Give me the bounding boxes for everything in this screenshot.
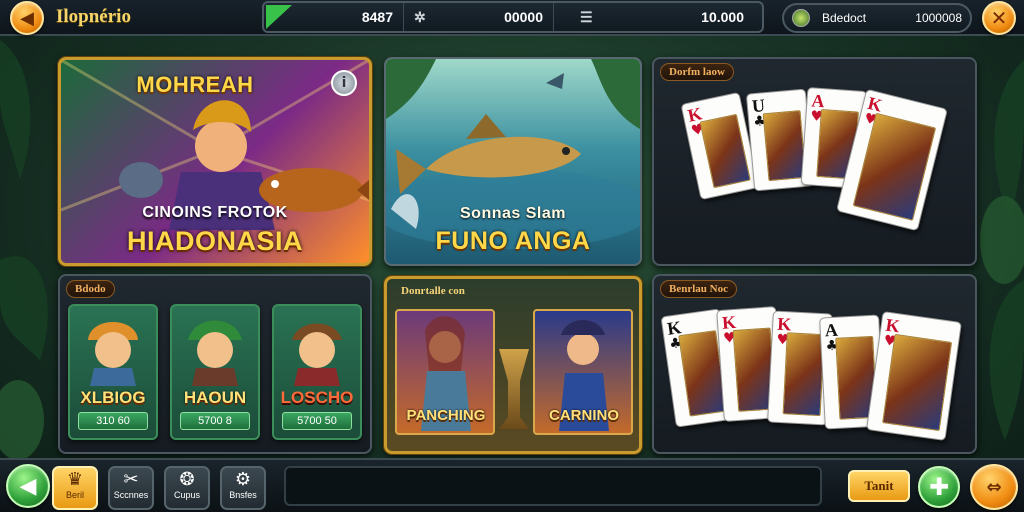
currency-bar: 8487 ✲ 00000 ☰ 10.000 bbox=[262, 1, 764, 33]
info-icon[interactable]: ⅰ bbox=[331, 70, 357, 96]
nav-label: Sccnnes bbox=[113, 490, 149, 500]
nav-label: Bnsfes bbox=[229, 490, 257, 500]
energy-icon: ✲ bbox=[414, 8, 426, 25]
stat-energy-value: 00000 bbox=[504, 9, 543, 25]
coins-icon: ❂ bbox=[179, 469, 195, 489]
bottom-bar: ◀ ♛ Beril ✂ Sccnnes ❂ Cupus ⚙ Bnsfes Tan… bbox=[0, 458, 1024, 512]
account-label: Bdedoct bbox=[822, 11, 867, 25]
character-name: HAOUN bbox=[183, 388, 247, 407]
stat-energy: ✲ 00000 bbox=[404, 3, 554, 31]
dual-left-name: PANCHING bbox=[406, 407, 486, 424]
nav-button-cupus[interactable]: ❂ Cupus bbox=[164, 466, 210, 510]
dual-right-name: CARNINO bbox=[549, 407, 619, 424]
hero-logo: MOHREAH bbox=[136, 72, 254, 97]
character-price[interactable]: 5700 50 bbox=[282, 412, 352, 430]
plus-icon: ✚ bbox=[928, 473, 950, 501]
chalice-icon bbox=[499, 349, 529, 429]
playing-card: K ♥ bbox=[866, 311, 962, 441]
game-tile-cards-top[interactable]: Dorfm laow K ♥ U ♣ A ♥ K ♥ bbox=[652, 57, 977, 266]
gear-icon: ⚙ bbox=[234, 469, 252, 489]
nav-label: Beril bbox=[65, 490, 84, 500]
coin-stack-icon: ☰ bbox=[580, 8, 593, 25]
app-title: Ilopnério bbox=[56, 6, 131, 27]
cards-bottom-tag: Benrlau Noc bbox=[660, 280, 737, 298]
top-bar: ◀ Ilopnério 8487 ✲ 00000 ☰ 10.000 Bdedoc… bbox=[0, 0, 1024, 36]
card-rank: A bbox=[810, 90, 826, 112]
tools-icon: ✂ bbox=[123, 469, 139, 489]
fishing-title: FUNO ANGA bbox=[435, 227, 591, 255]
hero-title: HIADONASIA bbox=[126, 226, 303, 256]
character-card[interactable]: LOSCHO 5700 50 bbox=[272, 304, 362, 440]
character-card[interactable]: HAOUN 5700 8 bbox=[170, 304, 260, 440]
character-name: XLBIOG bbox=[80, 388, 146, 407]
expand-button[interactable]: ⇔ bbox=[970, 464, 1018, 510]
game-tile-hero[interactable]: MOHREAH ⅰ CINOINS FROTOK HIADONASIA bbox=[58, 57, 372, 266]
crown-icon: ♛ bbox=[66, 469, 84, 489]
fishing-subtitle: Sonnas Slam bbox=[460, 205, 566, 222]
character-card[interactable]: XLBIOG 310 60 bbox=[68, 304, 158, 440]
character-name: LOSCHO bbox=[280, 388, 354, 407]
character-price[interactable]: 5700 8 bbox=[180, 412, 250, 430]
double-arrow-icon: ⇔ bbox=[986, 476, 1002, 498]
characters-tag: Bdodo bbox=[66, 280, 115, 298]
back-button[interactable]: ◀ bbox=[10, 1, 44, 35]
character-price[interactable]: 310 60 bbox=[78, 412, 148, 430]
left-arrow-icon: ◀ bbox=[19, 473, 37, 499]
nav-button-bnsfes[interactable]: ⚙ Bnsfes bbox=[220, 466, 266, 510]
nav-label: Cupus bbox=[173, 490, 200, 500]
card-rank: A bbox=[824, 319, 839, 341]
stat-gems-value: 8487 bbox=[361, 9, 393, 25]
back-arrow-icon: ◀ bbox=[20, 7, 34, 29]
gem-icon bbox=[266, 5, 292, 29]
nav-button-beril[interactable]: ♛ Beril bbox=[52, 466, 98, 510]
add-button[interactable]: ✚ bbox=[918, 466, 960, 508]
avatar-icon bbox=[792, 9, 810, 27]
character-portrait bbox=[292, 323, 342, 386]
game-tile-characters: Bdodo XLBIOG 310 60 HAOUN 5700 8 LOSCHO … bbox=[58, 274, 372, 454]
message-bar[interactable] bbox=[284, 466, 822, 506]
game-tile-fishing[interactable]: Sonnas Slam FUNO ANGA bbox=[384, 57, 642, 266]
stat-gems: 8487 bbox=[264, 3, 404, 31]
cards-top-tag: Dorfm laow bbox=[660, 63, 734, 81]
character-portrait bbox=[188, 320, 242, 386]
game-tile-dual[interactable]: Donrtalle con PANCHING CARNINO bbox=[384, 276, 642, 454]
character-portrait bbox=[88, 322, 138, 386]
stat-coins-value: 10.000 bbox=[701, 9, 744, 25]
close-icon: ✕ bbox=[990, 6, 1008, 30]
left-arrow-button[interactable]: ◀ bbox=[6, 464, 50, 508]
dual-tag: Donrtalle con bbox=[401, 285, 465, 297]
stat-coins: ☰ 10.000 bbox=[554, 3, 762, 31]
action-button[interactable]: Tanit bbox=[848, 470, 910, 502]
hero-subtitle: CINOINS FROTOK bbox=[142, 204, 288, 221]
card-rank: K bbox=[776, 313, 792, 335]
nav-button-sccnnes[interactable]: ✂ Sccnnes bbox=[108, 466, 154, 510]
account-value: 1000008 bbox=[915, 11, 962, 25]
close-button[interactable]: ✕ bbox=[982, 1, 1016, 35]
account-pill[interactable]: Bdedoct 1000008 bbox=[782, 3, 972, 33]
game-tile-cards-bottom[interactable]: Benrlau Noc K ♣ K ♥ K ♥ A ♣ K ♥ bbox=[652, 274, 977, 454]
